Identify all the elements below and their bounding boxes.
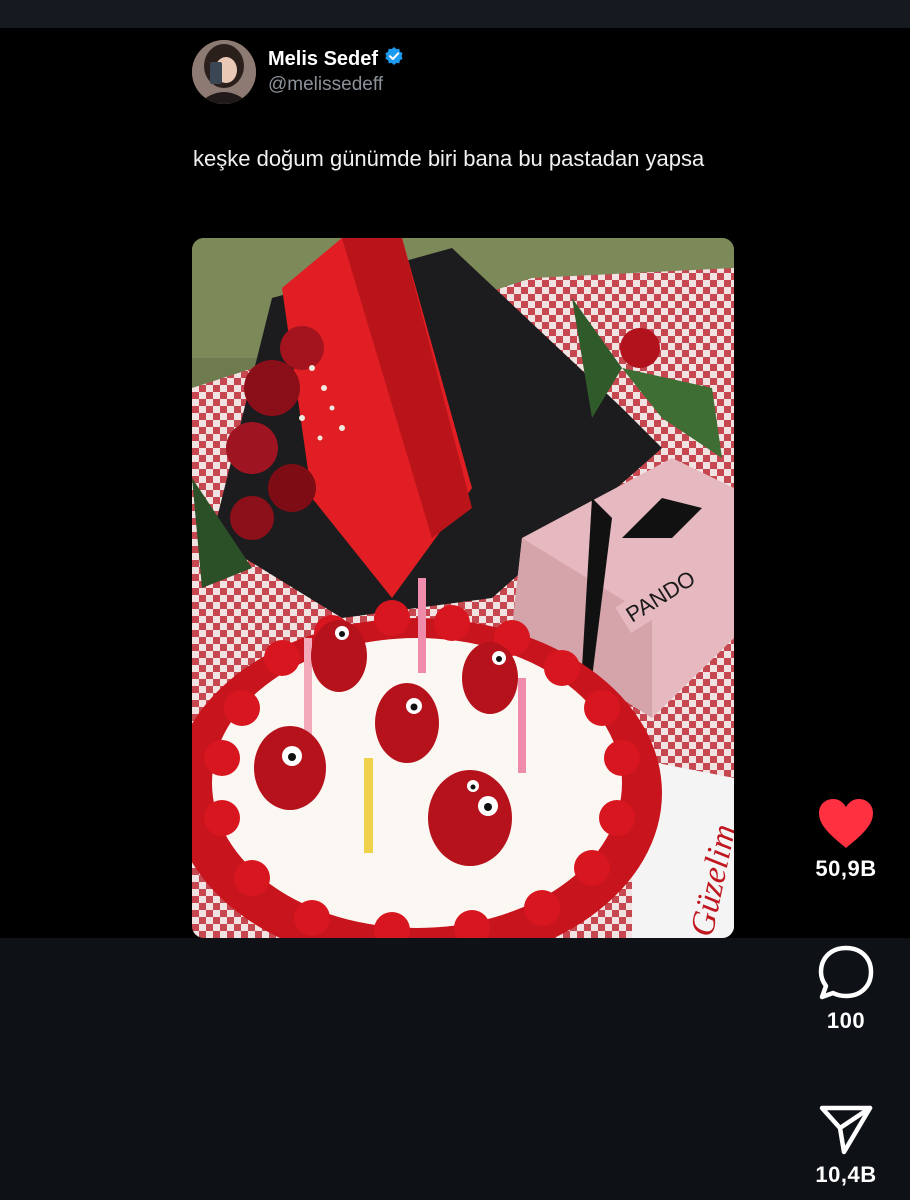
- tweet-media-photo[interactable]: PANDO Güzelim: [192, 238, 734, 938]
- author-display-name-row[interactable]: Melis Sedef: [268, 46, 404, 72]
- verified-badge-icon: [384, 46, 404, 72]
- send-paper-plane-icon[interactable]: [800, 1102, 892, 1156]
- share-count: 10,4B: [815, 1162, 877, 1187]
- comment-bubble-icon[interactable]: [800, 944, 892, 1002]
- comment-count: 100: [826, 1008, 866, 1033]
- share-action[interactable]: 10,4B: [800, 1102, 892, 1188]
- author-handle[interactable]: @melissedeff: [268, 74, 383, 96]
- like-count: 50,9B: [815, 856, 877, 881]
- tweet-text: keşke doğum günümde biri bana bu pastada…: [193, 146, 705, 171]
- author-display-name[interactable]: Melis Sedef: [268, 48, 378, 71]
- bottom-panel: [0, 938, 910, 1200]
- comment-action[interactable]: 100: [800, 944, 892, 1034]
- top-status-strip: [0, 0, 910, 28]
- author-avatar[interactable]: [192, 40, 256, 104]
- like-action[interactable]: 50,9B: [800, 798, 892, 882]
- heart-icon[interactable]: [800, 798, 892, 850]
